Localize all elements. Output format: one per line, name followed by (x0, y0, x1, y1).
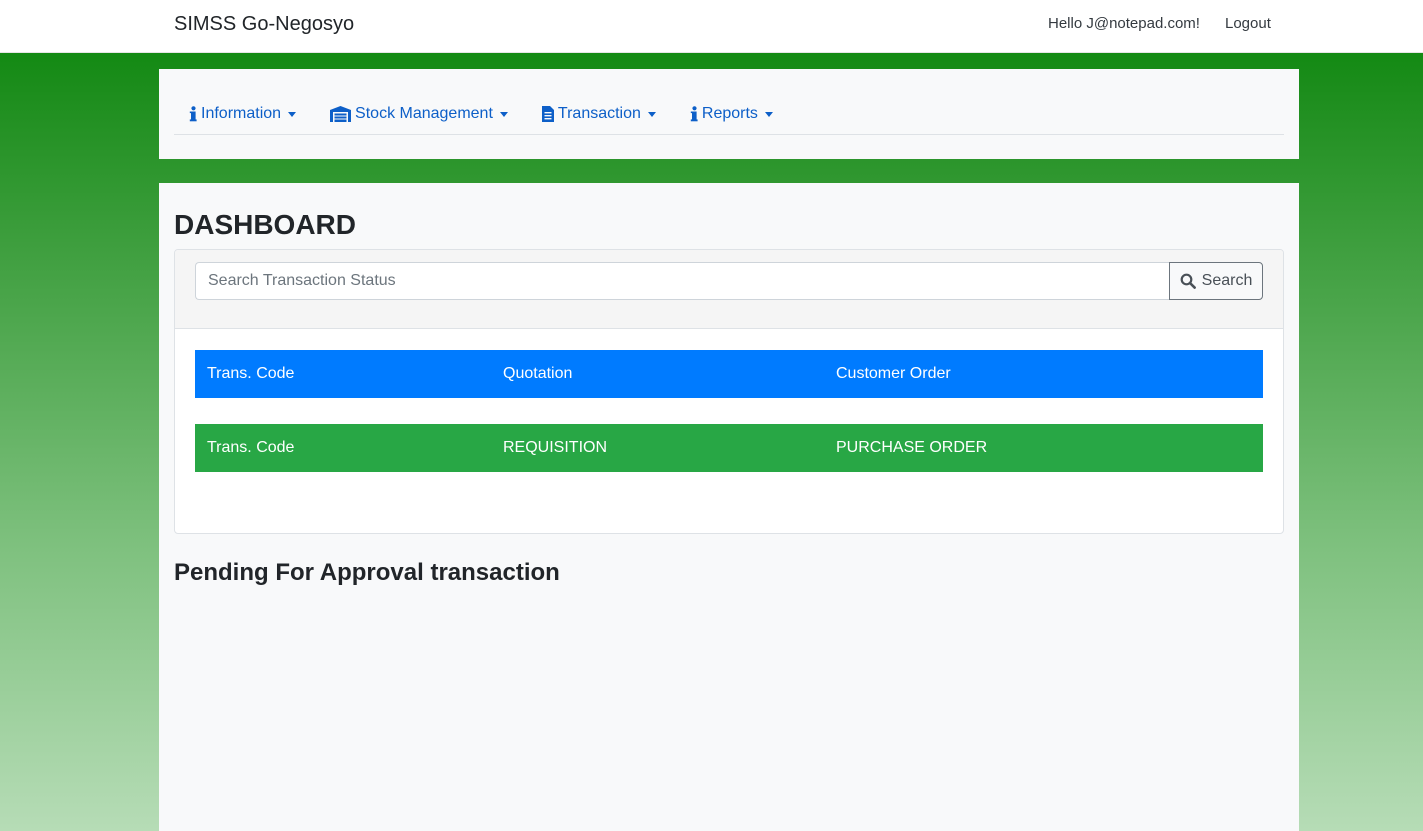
search-button-label: Search (1201, 272, 1253, 289)
user-greeting-link[interactable]: Hello J@notepad.com! (1048, 15, 1200, 32)
caret-down-icon (647, 111, 656, 117)
search-button[interactable]: Search (1169, 262, 1263, 300)
menu-transaction-label: Transaction (557, 105, 641, 122)
document-icon (541, 106, 554, 122)
caret-down-icon (499, 111, 508, 117)
pending-approval-heading: Pending For Approval transaction (174, 559, 560, 586)
logout-button[interactable]: Logout (1225, 15, 1271, 32)
dashboard-panel: DASHBOARD Search Trans. Code Quotation C… (159, 183, 1299, 831)
column-quotation: Quotation (503, 365, 573, 382)
menu-stock-management-label: Stock Management (355, 105, 493, 122)
menu-information[interactable]: Information (189, 103, 297, 125)
menu-reports-label: Reports (701, 105, 758, 122)
column-trans-code: Trans. Code (207, 365, 295, 382)
transaction-status-card: Search Trans. Code Quotation Customer Or… (174, 249, 1284, 534)
info-icon (690, 106, 698, 122)
menu-transaction[interactable]: Transaction (541, 103, 656, 125)
column-customer-order: Customer Order (836, 365, 951, 382)
search-icon (1180, 273, 1196, 289)
menu-information-label: Information (201, 105, 282, 122)
top-navbar: SIMSS Go-Negosyo Hello J@notepad.com! Lo… (0, 0, 1423, 53)
purchase-transaction-header-row: Trans. Code REQUISITION PURCHASE ORDER (195, 424, 1263, 472)
main-menu: Information Stock Management Transaction… (174, 103, 1284, 135)
column-purchase-order: PURCHASE ORDER (836, 439, 988, 456)
search-bar-section: Search (175, 250, 1283, 329)
warehouse-icon (330, 106, 352, 122)
menu-reports[interactable]: Reports (690, 103, 773, 125)
menu-stock-management[interactable]: Stock Management (330, 103, 508, 125)
caret-down-icon (288, 111, 297, 117)
caret-down-icon (764, 111, 773, 117)
page-title: DASHBOARD (174, 209, 356, 240)
sales-transaction-header-row: Trans. Code Quotation Customer Order (195, 350, 1263, 398)
brand-link[interactable]: SIMSS Go-Negosyo (174, 13, 354, 36)
column-requisition: REQUISITION (503, 439, 608, 456)
column-trans-code: Trans. Code (207, 439, 295, 456)
search-input[interactable] (195, 262, 1170, 300)
info-icon (189, 106, 197, 122)
menu-card: Information Stock Management Transaction… (159, 69, 1299, 159)
